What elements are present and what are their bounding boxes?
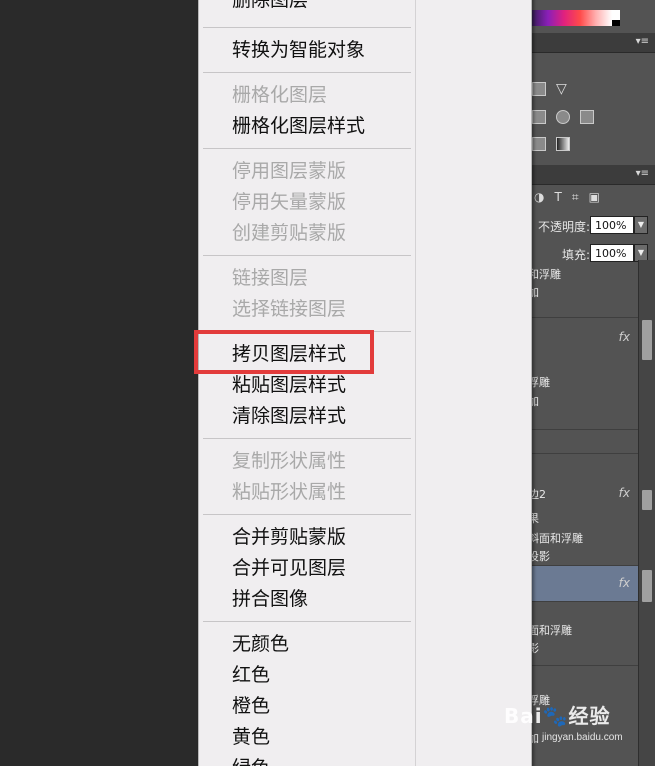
adjustments-row-1: ▽	[532, 82, 570, 96]
menu-separator	[203, 255, 411, 256]
layer-row-selected[interactable]: fx	[528, 566, 638, 602]
menu-item-yellow[interactable]: 黄色	[232, 724, 270, 750]
color-spectrum[interactable]	[532, 10, 612, 26]
swatch-black[interactable]	[612, 20, 620, 26]
adjustments-panel-header: ▾≡	[528, 33, 655, 53]
invert-icon[interactable]	[532, 137, 546, 151]
watermark-url: jingyan.baidu.com	[542, 732, 623, 743]
swatch-white[interactable]	[612, 10, 620, 20]
transform-filter-icon[interactable]: ⌗	[572, 190, 579, 205]
menu-item-rasterize-layer[interactable]: 栅格化图层	[232, 82, 327, 108]
canvas-workspace	[0, 0, 200, 766]
layer-row[interactable]: fx 浮雕 加	[528, 318, 638, 430]
menu-item-red[interactable]: 红色	[232, 662, 270, 688]
menu-item-merge-clipping-mask[interactable]: 合并剪贴蒙版	[232, 524, 346, 550]
layer-row[interactable]	[528, 430, 638, 454]
menu-item-merge-visible[interactable]: 合并可见图层	[232, 555, 346, 581]
menu-item-select-linked-layers[interactable]: 选择链接图层	[232, 296, 346, 322]
scrollbar-thumb[interactable]	[642, 490, 652, 510]
menu-item-copy-shape-attributes[interactable]: 复制形状属性	[232, 448, 346, 474]
fill-input[interactable]: 100%	[590, 244, 634, 262]
scrollbar-thumb[interactable]	[642, 320, 652, 360]
layer-effects-icon[interactable]: fx	[619, 330, 630, 344]
panel-menu-icon[interactable]: ▾≡	[636, 36, 649, 47]
gradient-map-icon[interactable]	[556, 137, 570, 151]
scrollbar-thumb[interactable]	[642, 570, 652, 602]
effect-label: 面和浮雕	[528, 624, 572, 637]
effect-label: 斜面和浮雕	[528, 532, 583, 545]
layers-scrollbar[interactable]	[638, 260, 655, 766]
menu-item-paste-shape-attributes[interactable]: 粘贴形状属性	[232, 479, 346, 505]
menu-item-link-layers[interactable]: 链接图层	[232, 265, 308, 291]
menu-separator	[203, 72, 411, 73]
menu-item-no-color[interactable]: 无颜色	[232, 631, 289, 657]
opacity-label: 不透明度:	[537, 220, 590, 234]
right-panels: ▾≡ ▽ ▾≡ ◑ T ⌗ ▣ 不透明度: 100% ▼ 填充: 100% ▼ …	[528, 0, 655, 766]
menu-divider-vertical	[415, 0, 416, 766]
layer-row[interactable]: 面和浮雕 影	[528, 602, 638, 666]
menu-item-green[interactable]: 绿色	[232, 755, 270, 766]
circle-filter-icon[interactable]: ◑	[534, 190, 544, 204]
menu-item-clear-layer-style[interactable]: 清除图层样式	[232, 403, 346, 429]
baidu-jingyan-watermark: Bai🐾经验 jingyan.baidu.com	[500, 692, 650, 752]
menu-separator	[203, 514, 411, 515]
menu-item-copy-layer-style[interactable]: 拷贝图层样式	[232, 341, 346, 367]
gradient-triangle-icon[interactable]: ▽	[556, 82, 570, 96]
menu-item-disable-layer-mask[interactable]: 停用图层蒙版	[232, 158, 346, 184]
layer-row[interactable]: fx 边2 果 斜面和浮雕 投影	[528, 476, 638, 566]
watermark-brand: Bai🐾经验	[504, 704, 611, 728]
type-filter-icon[interactable]: T	[554, 190, 561, 204]
menu-separator	[203, 331, 411, 332]
smart-object-filter-icon[interactable]: ▣	[589, 190, 600, 204]
layers-filter-toolbar: ◑ T ⌗ ▣	[528, 186, 655, 208]
layer-context-menu: 删除图层 转换为智能对象 栅格化图层 栅格化图层样式 停用图层蒙版 停用矢量蒙版…	[198, 0, 532, 766]
layer-effects-icon[interactable]: fx	[619, 576, 630, 590]
layers-panel-menu-icon[interactable]: ▾≡	[636, 168, 649, 179]
opacity-input[interactable]: 100%	[590, 216, 634, 234]
menu-separator	[203, 27, 411, 28]
menu-separator	[203, 621, 411, 622]
effect-label: 和浮雕	[528, 268, 561, 281]
fill-label: 填充:	[561, 248, 590, 262]
exposure-icon[interactable]	[532, 82, 546, 96]
adjustments-row-3	[532, 137, 570, 151]
opacity-dropdown-icon[interactable]: ▼	[634, 216, 648, 234]
opacity-row: 不透明度: 100% ▼	[528, 214, 655, 236]
adjustments-row-2	[532, 110, 594, 124]
menu-item-flatten-image[interactable]: 拼合图像	[232, 586, 308, 612]
menu-item-disable-vector-mask[interactable]: 停用矢量蒙版	[232, 189, 346, 215]
layer-effects-icon[interactable]: fx	[619, 486, 630, 500]
hue-saturation-icon[interactable]	[532, 110, 546, 124]
layer-row[interactable]: 和浮雕 加	[528, 262, 638, 318]
menu-separator	[203, 438, 411, 439]
menu-item-create-clipping-mask[interactable]: 创建剪贴蒙版	[232, 220, 346, 246]
menu-item-rasterize-layer-style[interactable]: 栅格化图层样式	[232, 113, 365, 139]
color-balance-icon[interactable]	[556, 110, 570, 124]
fill-row: 填充: 100% ▼	[528, 242, 655, 264]
channel-mixer-icon[interactable]	[580, 110, 594, 124]
menu-item-convert-smart-object[interactable]: 转换为智能对象	[232, 37, 365, 63]
menu-item-delete-layer[interactable]: 删除图层	[232, 0, 308, 13]
menu-item-paste-layer-style[interactable]: 粘贴图层样式	[232, 372, 346, 398]
menu-item-orange[interactable]: 橙色	[232, 693, 270, 719]
layers-panel-header: ▾≡	[528, 165, 655, 185]
menu-separator	[203, 148, 411, 149]
